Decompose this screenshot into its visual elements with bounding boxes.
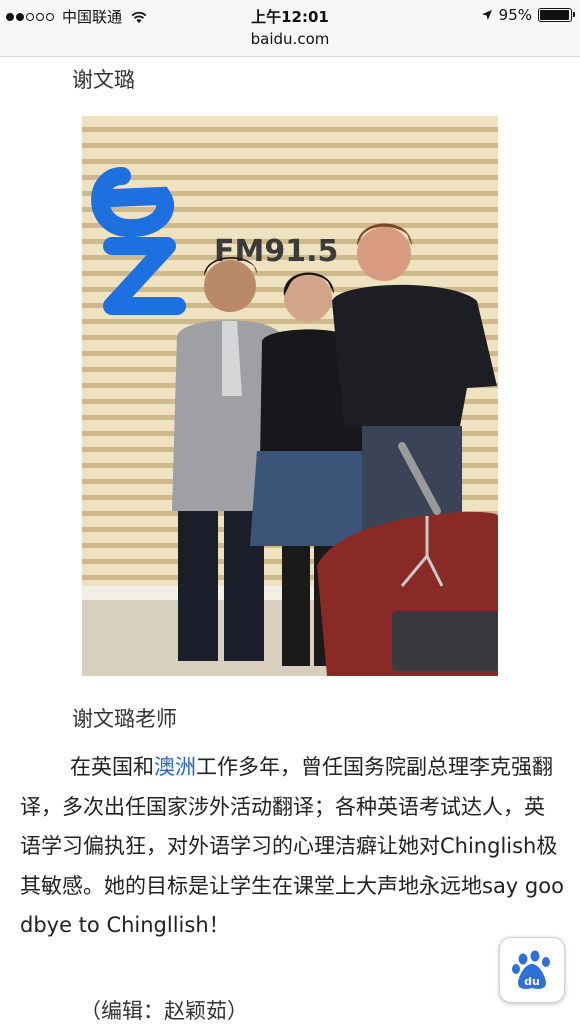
photo-caption: 谢文璐老师 (72, 707, 177, 731)
baidu-paw-icon: du (512, 950, 550, 989)
url-bar[interactable]: baidu.com (0, 30, 580, 57)
svg-text:du: du (524, 975, 540, 988)
battery-percent: 95% (498, 6, 532, 24)
editor-credit: （编辑：赵颖茹） (80, 999, 248, 1023)
article-heading: 谢文璐 (72, 68, 135, 92)
status-bar: 中国联通 上午12:01 95% (0, 0, 580, 30)
baidu-floating-button[interactable]: du (499, 937, 565, 1003)
article-photo: FM91.5 (82, 116, 498, 676)
url-domain[interactable]: baidu.com (251, 30, 330, 48)
status-right: 95% (481, 6, 575, 24)
body-text-rest: 工作多年，曾任国务院副总理李克强翻译，多次出任国家涉外活动翻译；各种英语考试达人… (20, 755, 564, 937)
battery-level (540, 10, 569, 20)
australia-link[interactable]: 澳洲 (154, 755, 196, 779)
article-body: 在英国和澳洲工作多年，曾任国务院副总理李克强翻译，多次出任国家涉外活动翻译；各种… (20, 748, 565, 946)
battery-icon (538, 8, 575, 22)
body-text-start: 在英国和 (70, 755, 154, 779)
location-arrow-icon (481, 10, 492, 20)
page: 中国联通 上午12:01 95% baidu.com 谢文璐 FM91.5 谢文… (0, 0, 580, 1030)
photo-illustration: FM91.5 (82, 116, 498, 676)
